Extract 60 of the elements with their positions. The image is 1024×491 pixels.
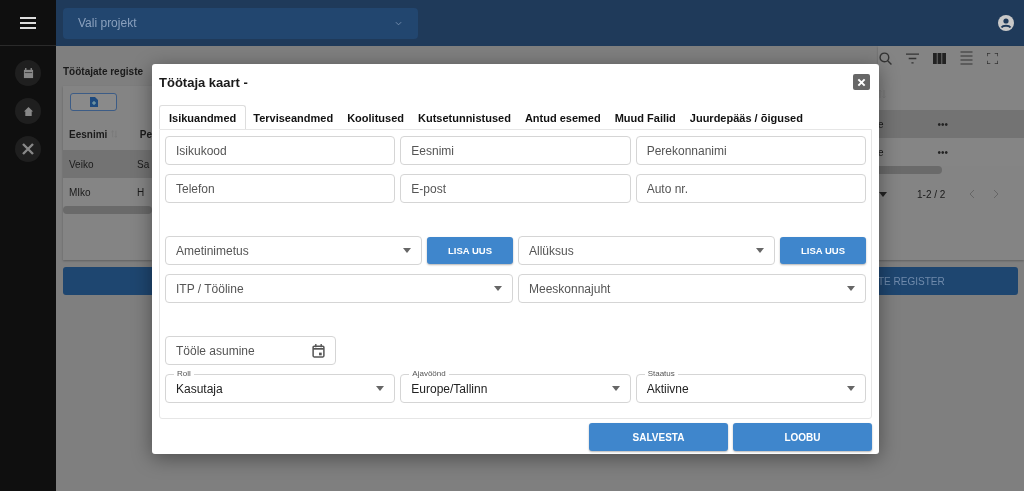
caret-icon bbox=[847, 386, 855, 391]
caret-icon[interactable] bbox=[879, 191, 887, 197]
add-file-button[interactable] bbox=[70, 93, 117, 111]
close-icon bbox=[857, 77, 866, 87]
select-field[interactable]: Allüksus bbox=[518, 236, 775, 265]
dialog-title: Töötaja kaart - bbox=[159, 74, 248, 90]
caret-icon bbox=[611, 386, 620, 391]
column-header[interactable]: Eesnimi bbox=[69, 128, 108, 140]
tab[interactable]: Koolitused bbox=[340, 105, 411, 129]
table-cell: H bbox=[137, 186, 145, 198]
caret-icon bbox=[756, 248, 764, 253]
tools-icon[interactable] bbox=[15, 136, 41, 162]
columns-icon[interactable] bbox=[933, 52, 946, 64]
menu-icon[interactable] bbox=[20, 16, 36, 29]
page-title: Töötajate registe bbox=[63, 65, 144, 79]
tab[interactable]: Kutsetunnistused bbox=[411, 105, 518, 129]
table-cell: Sa bbox=[137, 158, 150, 170]
filter-icon[interactable] bbox=[906, 52, 919, 64]
input-field[interactable]: Auto nr. bbox=[635, 174, 866, 203]
user-icon[interactable] bbox=[998, 15, 1014, 31]
input-field[interactable]: Perekonnanimi bbox=[635, 136, 866, 165]
caret-icon bbox=[376, 386, 385, 391]
cancel-button[interactable]: LOOBU bbox=[733, 423, 872, 451]
tab[interactable]: Antud esemed bbox=[517, 105, 608, 129]
table-cell-text: MIko bbox=[69, 186, 92, 198]
table-cell-text: Veiko bbox=[69, 158, 95, 170]
select-field[interactable]: Meeskonnajuht bbox=[518, 274, 866, 303]
save-button[interactable]: SALVESTA bbox=[589, 423, 728, 451]
search-icon[interactable] bbox=[879, 51, 892, 65]
select-field[interactable]: ITP / Tööline bbox=[165, 274, 513, 303]
home-icon[interactable] bbox=[15, 98, 41, 124]
column-header[interactable]: Pe bbox=[139, 128, 152, 140]
add-new-button[interactable]: LISA UUS bbox=[427, 237, 513, 264]
caret-icon bbox=[847, 286, 855, 291]
input-field[interactable]: Telefon bbox=[165, 174, 396, 203]
chevron-down-icon bbox=[395, 20, 402, 26]
sort-icon[interactable] bbox=[878, 89, 886, 99]
caret-icon bbox=[494, 286, 502, 291]
tab[interactable]: Muud Failid bbox=[607, 105, 683, 129]
scrollbar[interactable] bbox=[63, 206, 152, 214]
row-menu[interactable]: ••• bbox=[937, 146, 949, 158]
caret-icon bbox=[403, 248, 411, 253]
fullscreen-icon[interactable] bbox=[987, 52, 998, 64]
pagination-count: 1-2 / 2 bbox=[917, 188, 946, 200]
input-field[interactable]: E-post bbox=[400, 174, 631, 203]
tab[interactable]: Juurdepääs / õigused bbox=[682, 105, 810, 129]
date-field[interactable]: Tööle asumine bbox=[165, 336, 336, 365]
scrollbar[interactable] bbox=[878, 166, 942, 174]
density-icon[interactable] bbox=[960, 51, 973, 65]
tab[interactable]: Terviseandmed bbox=[246, 105, 341, 129]
file-plus-icon bbox=[89, 97, 98, 107]
add-new-button[interactable]: LISA UUS bbox=[780, 237, 866, 264]
calendar-icon[interactable] bbox=[15, 60, 41, 86]
input-field[interactable]: Eesnimi bbox=[400, 136, 631, 165]
tab[interactable]: Isikuandmed bbox=[159, 105, 247, 129]
input-field[interactable]: Isikukood bbox=[165, 136, 396, 165]
close-button[interactable] bbox=[853, 74, 870, 90]
select-field[interactable]: Ametinimetus bbox=[165, 236, 422, 265]
calendar-icon bbox=[312, 343, 325, 358]
project-select[interactable]: Vali projekt bbox=[63, 7, 418, 39]
